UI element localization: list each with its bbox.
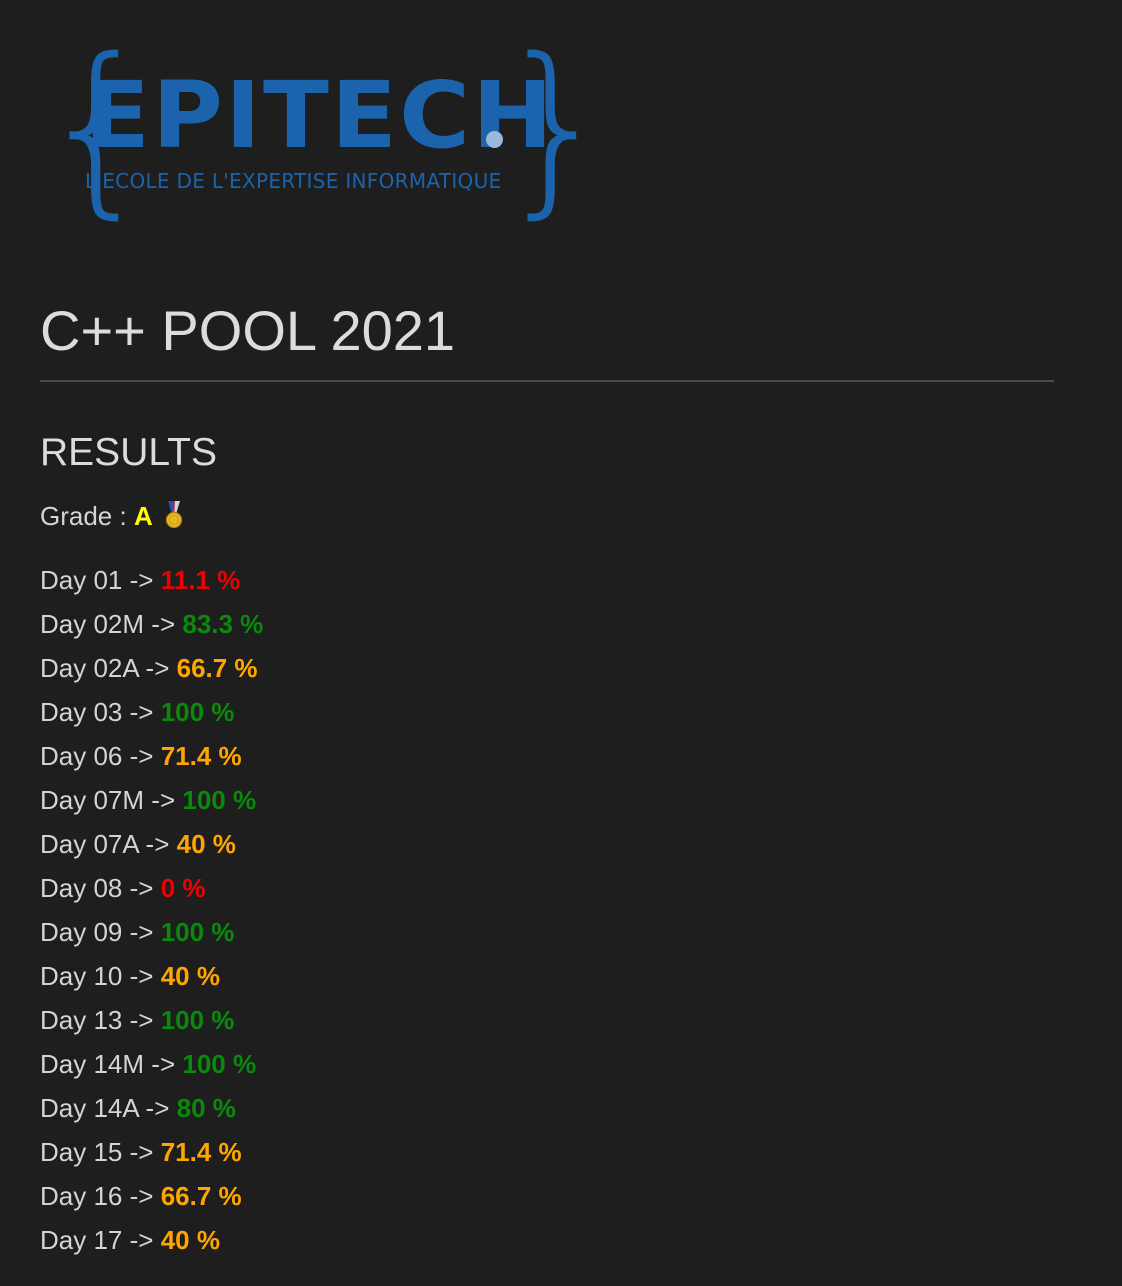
day-score: 40 % — [160, 1225, 220, 1255]
day-separator: -> — [151, 785, 176, 815]
day-label: Day 02M — [40, 609, 145, 639]
day-result-row: Day 07A -> 40 % — [40, 822, 263, 866]
day-separator: -> — [145, 829, 170, 859]
day-separator: -> — [129, 741, 154, 771]
day-score: 40 % — [176, 829, 236, 859]
day-label: Day 01 — [40, 565, 123, 595]
day-result-row: Day 10 -> 40 % — [40, 954, 263, 998]
day-separator: -> — [129, 1225, 154, 1255]
day-result-row: Day 06 -> 71.4 % — [40, 734, 263, 778]
day-label: Day 06 — [40, 741, 123, 771]
day-result-row: Day 14A -> 80 % — [40, 1086, 263, 1130]
day-result-row: Day 13 -> 100 % — [40, 998, 263, 1042]
day-score: 100 % — [160, 917, 235, 947]
day-separator: -> — [151, 609, 176, 639]
day-separator: -> — [151, 1049, 176, 1079]
day-score: 80 % — [176, 1093, 236, 1123]
day-label: Day 10 — [40, 961, 123, 991]
grade-value: A — [133, 501, 153, 531]
day-label: Day 03 — [40, 697, 123, 727]
day-separator: -> — [129, 1181, 154, 1211]
epitech-logo: { EPITECH L'ECOLE DE L'EXPERTISE INFORMA… — [38, 34, 614, 224]
day-label: Day 02A — [40, 653, 139, 683]
day-score: 100 % — [182, 1049, 257, 1079]
day-separator: -> — [129, 1005, 154, 1035]
day-separator: -> — [129, 961, 154, 991]
day-label: Day 07A — [40, 829, 139, 859]
day-label: Day 14A — [40, 1093, 139, 1123]
day-label: Day 13 — [40, 1005, 123, 1035]
day-separator: -> — [129, 873, 154, 903]
day-separator: -> — [129, 565, 154, 595]
day-score: 71.4 % — [160, 741, 242, 771]
day-label: Day 14M — [40, 1049, 145, 1079]
day-separator: -> — [129, 917, 154, 947]
day-score: 100 % — [160, 697, 235, 727]
day-result-row: Day 09 -> 100 % — [40, 910, 263, 954]
day-label: Day 08 — [40, 873, 123, 903]
day-result-row: Day 15 -> 71.4 % — [40, 1130, 263, 1174]
day-score: 66.7 % — [176, 653, 258, 683]
day-score: 0 % — [160, 873, 206, 903]
day-label: Day 07M — [40, 785, 145, 815]
day-result-row: Day 02A -> 66.7 % — [40, 646, 263, 690]
day-label: Day 17 — [40, 1225, 123, 1255]
page-title: C++ POOL 2021 — [40, 299, 456, 362]
day-results-list: Day 01 -> 11.1 % Day 02M -> 83.3 % Day 02A… — [40, 558, 263, 1262]
day-score: 40 % — [160, 961, 220, 991]
day-result-row: Day 17 -> 40 % — [40, 1218, 263, 1262]
grade-line: Grade : A — [40, 498, 184, 534]
grade-label: Grade : — [40, 501, 127, 531]
day-label: Day 09 — [40, 917, 123, 947]
title-divider — [40, 380, 1054, 382]
day-separator: -> — [129, 697, 154, 727]
day-score: 71.4 % — [160, 1137, 242, 1167]
logo-tagline: L'ECOLE DE L'EXPERTISE INFORMATIQUE — [85, 169, 502, 193]
results-heading: RESULTS — [40, 431, 217, 474]
day-score: 100 % — [160, 1005, 235, 1035]
day-score: 100 % — [182, 785, 257, 815]
day-result-row: Day 14M -> 100 % — [40, 1042, 263, 1086]
day-result-row: Day 03 -> 100 % — [40, 690, 263, 734]
day-result-row: Day 16 -> 66.7 % — [40, 1174, 263, 1218]
day-result-row: Day 01 -> 11.1 % — [40, 558, 263, 602]
day-separator: -> — [145, 653, 170, 683]
logo-right-brace: } — [496, 18, 615, 235]
day-label: Day 15 — [40, 1137, 123, 1167]
day-score: 83.3 % — [182, 609, 264, 639]
day-result-row: Day 02M -> 83.3 % — [40, 602, 263, 646]
day-result-row: Day 08 -> 0 % — [40, 866, 263, 910]
medal-icon — [165, 501, 183, 529]
day-separator: -> — [145, 1093, 170, 1123]
day-score: 11.1 % — [160, 565, 241, 595]
logo-wordmark: EPITECH — [84, 62, 556, 169]
day-label: Day 16 — [40, 1181, 123, 1211]
day-score: 66.7 % — [160, 1181, 242, 1211]
day-separator: -> — [129, 1137, 154, 1167]
day-result-row: Day 07M -> 100 % — [40, 778, 263, 822]
